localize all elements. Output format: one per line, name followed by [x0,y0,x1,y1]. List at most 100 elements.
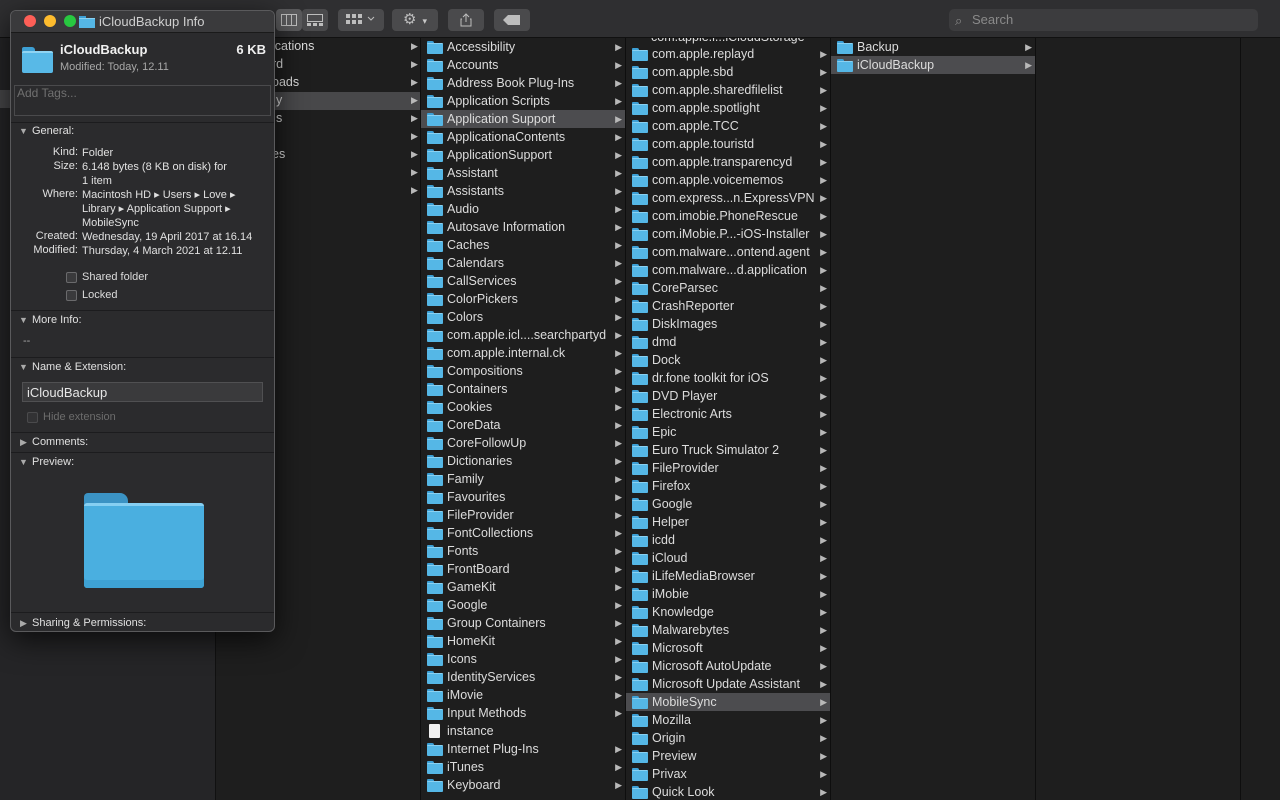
list-item[interactable]: iCloud ▶ [626,549,830,567]
list-item[interactable]: HomeKit ▶ [421,632,625,650]
list-item[interactable]: Epic ▶ [626,423,830,441]
hide-extension-checkbox[interactable] [27,412,38,423]
list-item[interactable]: com.apple.icl....searchpartyd ▶ [421,326,625,344]
name-field[interactable]: iCloudBackup [22,382,263,402]
list-item[interactable]: Autosave Information ▶ [421,218,625,236]
more-info-header[interactable]: More Info: [32,314,82,326]
list-item[interactable]: Cookies ▶ [421,398,625,416]
list-item[interactable]: CrashReporter ▶ [626,297,830,315]
list-item[interactable]: ColorPickers ▶ [421,290,625,308]
list-item[interactable]: Malwarebytes ▶ [626,621,830,639]
share-button[interactable] [448,9,484,31]
list-item[interactable]: com.malware...d.application ▶ [626,261,830,279]
list-item[interactable]: Family ▶ [421,470,625,488]
list-item[interactable]: DVD Player ▶ [626,387,830,405]
list-item[interactable]: Fonts ▶ [421,542,625,560]
tags-field[interactable]: Add Tags... [14,85,271,116]
list-item[interactable]: dmd ▶ [626,333,830,351]
list-item[interactable]: Icons ▶ [421,650,625,668]
list-item[interactable]: ApplicationaContents ▶ [421,128,625,146]
list-item[interactable]: Application Support ▶ [421,110,625,128]
list-item[interactable]: Containers ▶ [421,380,625,398]
list-item[interactable]: Firefox ▶ [626,477,830,495]
list-item[interactable]: Euro Truck Simulator 2 ▶ [626,441,830,459]
shared-folder-checkbox[interactable] [66,272,77,283]
list-item[interactable]: Colors ▶ [421,308,625,326]
preview-header[interactable]: Preview: [32,456,74,468]
close-button[interactable] [24,15,36,27]
disclosure-triangle-closed-icon[interactable]: ▶ [20,437,27,448]
sharing-permissions-header[interactable]: Sharing & Permissions: [32,617,146,629]
search-field[interactable]: ⌕ Search [949,9,1258,31]
list-item[interactable]: Compositions ▶ [421,362,625,380]
list-item[interactable]: Assistants ▶ [421,182,625,200]
list-item[interactable]: Microsoft AutoUpdate ▶ [626,657,830,675]
column-view-button[interactable] [276,9,302,31]
list-item[interactable]: FileProvider ▶ [626,459,830,477]
list-item[interactable]: com.apple.transparencyd ▶ [626,153,830,171]
list-item[interactable]: MobileSync ▶ [626,693,830,711]
list-item[interactable]: com.apple.sharedfilelist ▶ [626,81,830,99]
list-item[interactable]: CoreData ▶ [421,416,625,434]
list-item[interactable]: Microsoft ▶ [626,639,830,657]
list-item[interactable]: FrontBoard ▶ [421,560,625,578]
list-item[interactable]: com.apple.internal.ck ▶ [421,344,625,362]
list-item[interactable]: DiskImages ▶ [626,315,830,333]
disclosure-triangle-open-icon[interactable]: ▼ [19,362,28,372]
name-extension-header[interactable]: Name & Extension: [32,361,126,373]
list-item[interactable]: Electronic Arts ▶ [626,405,830,423]
list-item[interactable]: com.imobie.PhoneRescue ▶ [626,207,830,225]
list-item[interactable]: Preview ▶ [626,747,830,765]
list-item[interactable]: IdentityServices ▶ [421,668,625,686]
list-item[interactable]: Application Scripts ▶ [421,92,625,110]
list-item[interactable]: Favourites ▶ [421,488,625,506]
comments-header[interactable]: Comments: [32,436,88,448]
list-item[interactable]: Origin ▶ [626,729,830,747]
list-item[interactable]: Privax ▶ [626,765,830,783]
list-item[interactable]: Audio ▶ [421,200,625,218]
list-item[interactable]: Knowledge ▶ [626,603,830,621]
list-item[interactable]: Mozilla ▶ [626,711,830,729]
list-item[interactable]: com.apple.touristd ▶ [626,135,830,153]
list-item[interactable]: iCloudBackup ▶ [831,56,1035,74]
list-item[interactable]: Dictionaries ▶ [421,452,625,470]
list-item[interactable]: Input Methods ▶ [421,704,625,722]
list-item[interactable]: com.apple.replayd ▶ [626,45,830,63]
zoom-button[interactable] [64,15,76,27]
list-item[interactable]: CoreFollowUp ▶ [421,434,625,452]
list-item[interactable]: Internet Plug-Ins ▶ [421,740,625,758]
list-item[interactable]: com.apple.spotlight ▶ [626,99,830,117]
list-item[interactable]: Google ▶ [626,495,830,513]
list-item[interactable]: Microsoft Update Assistant ▶ [626,675,830,693]
group-button[interactable] [338,9,384,31]
gallery-view-button[interactable] [302,9,328,31]
disclosure-triangle-closed-icon[interactable]: ▶ [20,618,27,629]
list-item[interactable]: Caches ▶ [421,236,625,254]
list-item[interactable]: Keyboard ▶ [421,776,625,794]
list-item[interactable]: CallServices ▶ [421,272,625,290]
list-item[interactable]: com.malware...ontend.agent ▶ [626,243,830,261]
list-item[interactable]: instance [421,722,625,740]
disclosure-triangle-open-icon[interactable]: ▼ [19,315,28,325]
list-item[interactable]: Address Book Plug-Ins ▶ [421,74,625,92]
disclosure-triangle-open-icon[interactable]: ▼ [19,457,28,467]
disclosure-triangle-open-icon[interactable]: ▼ [19,126,28,136]
list-item[interactable]: dr.fone toolkit for iOS ▶ [626,369,830,387]
list-item[interactable]: iTunes ▶ [421,758,625,776]
list-item[interactable]: Accounts ▶ [421,56,625,74]
list-item[interactable]: CoreParsec ▶ [626,279,830,297]
list-item[interactable]: Calendars ▶ [421,254,625,272]
list-item[interactable]: iMobie ▶ [626,585,830,603]
list-item[interactable]: Google ▶ [421,596,625,614]
list-item[interactable]: com.express...n.ExpressVPN ▶ [626,189,830,207]
list-item[interactable]: iLifeMediaBrowser ▶ [626,567,830,585]
list-item[interactable]: Dock ▶ [626,351,830,369]
locked-checkbox[interactable] [66,290,77,301]
list-item[interactable]: iMovie ▶ [421,686,625,704]
minimize-button[interactable] [44,15,56,27]
list-item[interactable]: Assistant ▶ [421,164,625,182]
action-button[interactable]: ⚙ ▾ [392,9,438,31]
list-item[interactable]: icdd ▶ [626,531,830,549]
tag-button[interactable] [494,9,530,31]
list-item[interactable]: com.apple.TCC ▶ [626,117,830,135]
